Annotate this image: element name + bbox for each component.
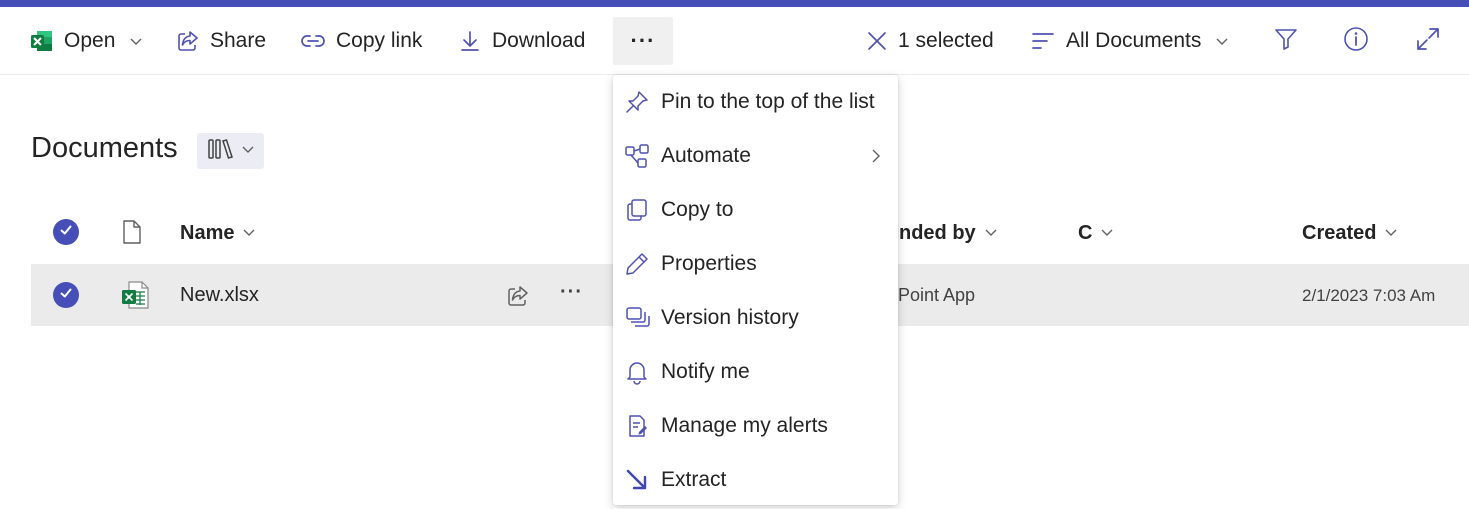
share-icon (176, 29, 200, 53)
copy-icon (623, 196, 651, 224)
page-title: Documents (31, 132, 178, 164)
column-c-label: C (1078, 221, 1093, 244)
alerts-icon (623, 412, 651, 440)
chevron-right-icon (869, 146, 883, 170)
automate-icon (623, 142, 651, 170)
list-view-icon (1030, 29, 1056, 53)
menu-item-label: Version history (661, 306, 799, 329)
info-icon (1343, 26, 1369, 57)
chevron-down-icon (129, 34, 143, 48)
share-icon (506, 286, 530, 312)
bell-icon (623, 358, 651, 386)
file-type-header-icon (121, 219, 143, 250)
filter-button[interactable] (1264, 17, 1308, 65)
modified-by-cell: Point App (898, 285, 976, 305)
view-label: All Documents (1066, 29, 1202, 52)
checkmark-icon (59, 223, 73, 242)
column-header-name[interactable]: Name (180, 216, 256, 250)
share-label: Share (210, 29, 267, 52)
chevron-down-icon (1215, 34, 1229, 48)
selection-count: 1 selected (898, 29, 994, 52)
menu-item-label: Manage my alerts (661, 414, 828, 437)
excel-icon (30, 29, 54, 53)
menu-item-label: Pin to the top of the list (661, 90, 875, 113)
download-button[interactable]: Download (458, 17, 585, 65)
menu-item-label: Notify me (661, 360, 750, 383)
column-header-amended-by[interactable]: nded by (899, 216, 998, 250)
more-label: ··· (630, 28, 656, 53)
menu-item-copy-to[interactable]: Copy to (613, 183, 898, 237)
created-cell: 2/1/2023 7:03 Am (1302, 286, 1436, 305)
link-icon (300, 29, 326, 53)
pin-icon (623, 88, 651, 116)
download-icon (458, 29, 482, 53)
menu-item-label: Properties (661, 252, 757, 275)
menu-item-automate[interactable]: Automate (613, 129, 898, 183)
command-bar: Open Share Copy link Download ··· 1 sele… (0, 7, 1469, 75)
view-selector-button[interactable]: All Documents (1030, 17, 1229, 65)
column-header-created[interactable]: Created (1302, 216, 1398, 250)
row-checkbox[interactable] (53, 282, 79, 308)
chevron-down-icon (242, 222, 256, 245)
open-button[interactable]: Open (30, 17, 143, 65)
open-label: Open (64, 29, 116, 52)
chevron-down-icon (984, 222, 998, 245)
row-share-button[interactable] (506, 284, 530, 313)
excel-file-icon (120, 280, 150, 315)
menu-item-properties[interactable]: Properties (613, 237, 898, 291)
menu-item-notify-me[interactable]: Notify me (613, 345, 898, 399)
share-button[interactable]: Share (176, 17, 266, 65)
row-more-button[interactable]: ··· (560, 281, 583, 304)
library-icon (207, 137, 235, 166)
menu-item-label: Extract (661, 468, 727, 491)
expand-button[interactable] (1406, 17, 1450, 65)
menu-item-extract[interactable]: Extract (613, 453, 898, 507)
copy-link-button[interactable]: Copy link (300, 17, 422, 65)
column-amended-by-label: nded by (899, 221, 976, 244)
pencil-icon (623, 250, 651, 278)
copy-link-label: Copy link (336, 29, 423, 52)
top-accent-bar (0, 0, 1469, 7)
expand-icon (1415, 26, 1441, 57)
download-label: Download (492, 29, 586, 52)
select-all-checkbox[interactable] (53, 219, 79, 245)
chevron-down-icon (241, 142, 255, 161)
menu-item-manage-alerts[interactable]: Manage my alerts (613, 399, 898, 453)
chevron-down-icon (1384, 222, 1398, 245)
menu-item-pin[interactable]: Pin to the top of the list (613, 75, 898, 129)
close-icon (866, 30, 888, 52)
extract-arrow-icon (623, 466, 651, 494)
library-view-switcher[interactable] (197, 133, 264, 169)
filter-icon (1273, 26, 1299, 57)
version-history-icon (623, 304, 651, 332)
menu-item-version-history[interactable]: Version history (613, 291, 898, 345)
more-actions-menu: Pin to the top of the list Automate Copy… (613, 75, 898, 505)
menu-item-label: Copy to (661, 198, 734, 221)
column-name-label: Name (180, 221, 235, 244)
menu-item-label: Automate (661, 144, 751, 167)
file-name-link[interactable]: New.xlsx (180, 284, 259, 307)
column-header-c[interactable]: C (1078, 216, 1114, 250)
more-actions-button[interactable]: ··· (613, 17, 673, 65)
checkmark-icon (59, 286, 73, 305)
info-button[interactable] (1334, 17, 1378, 65)
chevron-down-icon (1100, 222, 1114, 245)
column-created-label: Created (1302, 221, 1377, 244)
clear-selection-button[interactable]: 1 selected (866, 17, 994, 65)
